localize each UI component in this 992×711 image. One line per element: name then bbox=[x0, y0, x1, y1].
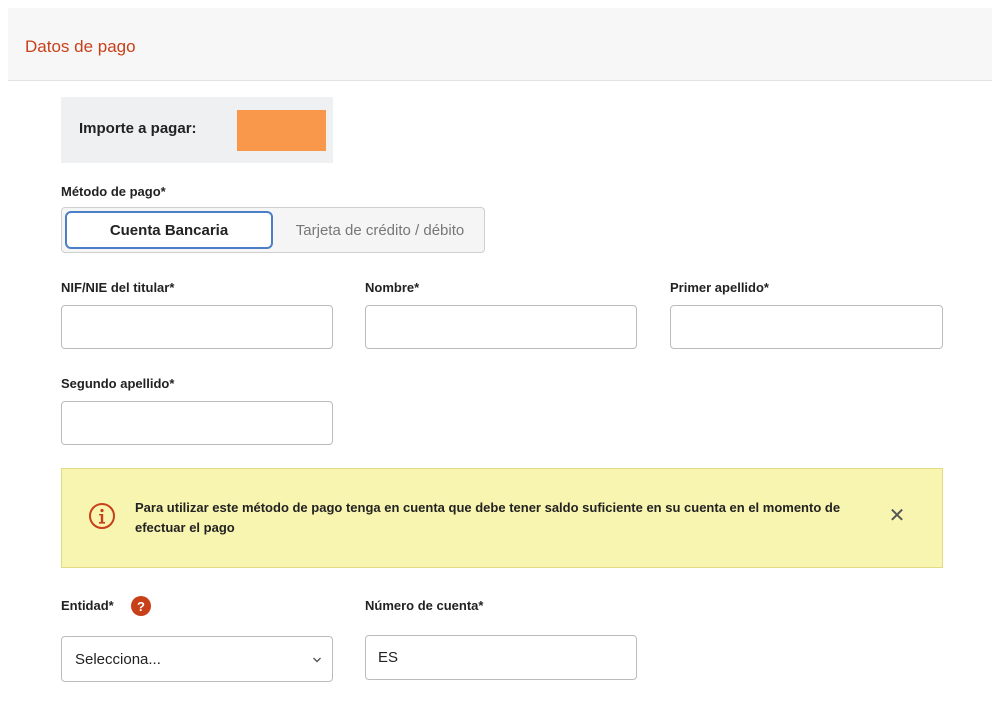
entidad-selected-value: Selecciona... bbox=[75, 651, 161, 668]
payment-method-label: Método de pago* bbox=[61, 184, 166, 199]
entidad-select[interactable]: Selecciona... bbox=[61, 636, 333, 682]
panel-header: Datos de pago bbox=[8, 8, 992, 81]
numero-cuenta-input[interactable] bbox=[365, 635, 637, 680]
nif-input[interactable] bbox=[61, 305, 333, 349]
segundo-apellido-input[interactable] bbox=[61, 401, 333, 445]
nif-label: NIF/NIE del titular* bbox=[61, 280, 175, 295]
option-tarjeta[interactable]: Tarjeta de crédito / débito bbox=[280, 211, 480, 249]
close-icon[interactable]: ✕ bbox=[886, 505, 908, 527]
panel-title: Datos de pago bbox=[25, 37, 136, 56]
nombre-input[interactable] bbox=[365, 305, 637, 349]
segundo-apellido-label: Segundo apellido* bbox=[61, 376, 175, 391]
primer-apellido-input[interactable] bbox=[670, 305, 943, 349]
option-cuenta-bancaria[interactable]: Cuenta Bancaria bbox=[65, 211, 273, 249]
nombre-label: Nombre* bbox=[365, 280, 420, 295]
amount-label: Importe a pagar: bbox=[79, 120, 197, 137]
info-alert: Para utilizar este método de pago tenga … bbox=[61, 468, 943, 568]
payment-method-toggle: Cuenta Bancaria Tarjeta de crédito / déb… bbox=[61, 207, 485, 253]
amount-value-redacted bbox=[237, 110, 326, 151]
chevron-down-icon bbox=[313, 657, 321, 663]
alert-message: Para utilizar este método de pago tenga … bbox=[135, 500, 841, 535]
help-icon[interactable]: ? bbox=[131, 596, 151, 616]
entidad-label: Entidad* bbox=[61, 598, 114, 613]
primer-apellido-label: Primer apellido* bbox=[670, 280, 769, 295]
info-circle-icon bbox=[89, 503, 115, 529]
payment-panel: Datos de pago Importe a pagar: Método de… bbox=[8, 8, 992, 711]
numero-cuenta-label: Número de cuenta* bbox=[365, 598, 484, 613]
amount-box: Importe a pagar: bbox=[61, 97, 333, 163]
